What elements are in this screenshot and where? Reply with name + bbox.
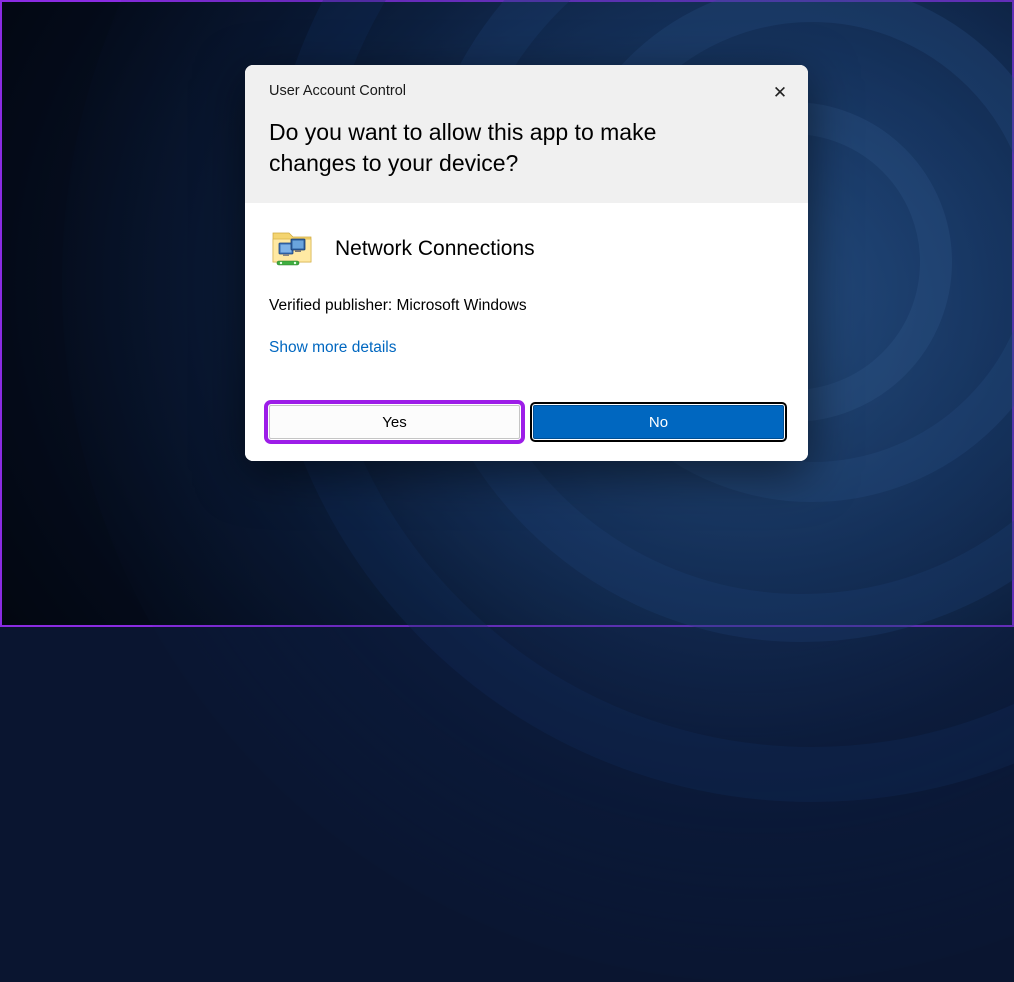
close-icon: ✕ xyxy=(773,83,787,103)
yes-button-label: Yes xyxy=(382,414,406,431)
close-button[interactable]: ✕ xyxy=(764,77,796,109)
no-button[interactable]: No xyxy=(533,405,784,439)
uac-dialog: ✕ User Account Control Do you want to al… xyxy=(245,65,808,461)
app-row: Network Connections xyxy=(269,225,784,273)
dialog-question: Do you want to allow this app to make ch… xyxy=(269,117,749,179)
dialog-footer: Yes No xyxy=(245,387,808,461)
dialog-body: Network Connections Verified publisher: … xyxy=(245,203,808,387)
network-connections-icon xyxy=(269,225,317,273)
publisher-line: Verified publisher: Microsoft Windows xyxy=(269,297,784,315)
no-button-label: No xyxy=(649,414,668,431)
yes-button[interactable]: Yes xyxy=(269,405,520,439)
dialog-title: User Account Control xyxy=(269,83,784,99)
dialog-header: ✕ User Account Control Do you want to al… xyxy=(245,65,808,203)
app-name: Network Connections xyxy=(335,237,535,261)
show-more-details-link[interactable]: Show more details xyxy=(269,339,397,357)
